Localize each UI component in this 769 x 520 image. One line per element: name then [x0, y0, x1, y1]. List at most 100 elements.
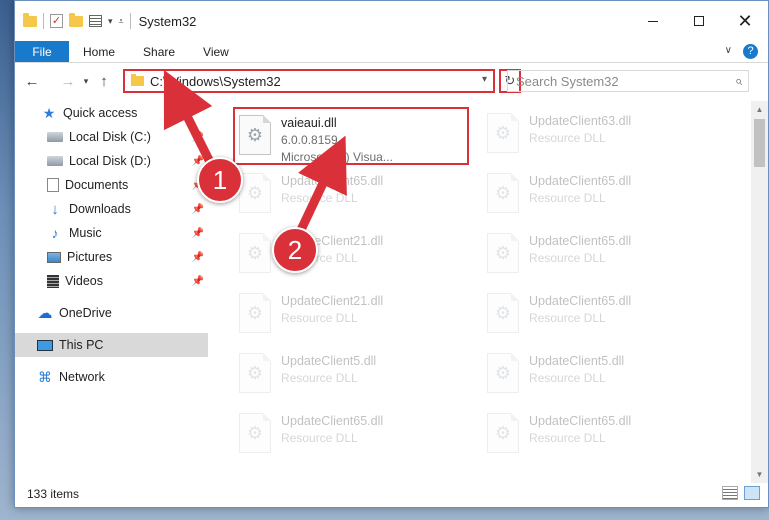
sidebar-item-local-disk-c[interactable]: Local Disk (C:) 📌: [15, 125, 208, 149]
properties-check-icon[interactable]: ✓: [50, 14, 63, 28]
maximize-button[interactable]: [676, 1, 722, 41]
sidebar-item-label: OneDrive: [59, 306, 112, 320]
file-meta: UpdateClient5.dll Resource DLL: [529, 347, 624, 387]
pin-icon[interactable]: 📌: [192, 252, 204, 263]
document-icon: [47, 178, 59, 192]
close-button[interactable]: ✕: [722, 1, 768, 41]
file-tile[interactable]: ⚙ UpdateClient21.dll Resource DLL: [233, 227, 463, 283]
vertical-scrollbar[interactable]: ▲ ▼: [751, 101, 768, 483]
up-button[interactable]: ↑: [93, 70, 115, 92]
tab-home[interactable]: Home: [69, 41, 129, 62]
dll-file-icon: ⚙: [487, 113, 519, 153]
window-title: System32: [138, 13, 197, 29]
pin-icon[interactable]: 📌: [192, 228, 204, 239]
properties-icon[interactable]: [89, 15, 102, 27]
videos-icon: [47, 274, 59, 288]
download-icon: ↓: [51, 200, 59, 218]
file-meta: vaieaui.dll 6.0.0.8159 Microsoft (R) Vis…: [281, 109, 393, 166]
sidebar-item-quick-access[interactable]: ★ Quick access: [15, 101, 208, 125]
pictures-icon: [47, 251, 61, 263]
scrollbar-thumb[interactable]: [754, 119, 765, 167]
scroll-up-icon[interactable]: ▲: [751, 101, 768, 118]
pin-icon[interactable]: 📌: [192, 276, 204, 287]
chevron-down-icon[interactable]: ▾: [108, 16, 113, 27]
file-name: UpdateClient65.dll: [529, 294, 632, 308]
file-name: UpdateClient21.dll: [281, 294, 384, 308]
file-tile[interactable]: ⚙ UpdateClient5.dll Resource DLL: [233, 347, 463, 403]
sidebar-item-documents[interactable]: Documents 📌: [15, 173, 208, 197]
star-icon: ★: [42, 104, 56, 121]
dll-file-icon: ⚙: [239, 173, 271, 213]
file-tile[interactable]: ⚙ UpdateClient65.dll Resource DLL: [233, 167, 463, 223]
tab-view[interactable]: View: [189, 41, 243, 62]
file-version: 6.0.0.8159: [281, 133, 338, 147]
file-tile[interactable]: ⚙ UpdateClient21.dll Resource DLL: [233, 287, 463, 343]
window-controls: ✕: [630, 1, 768, 41]
file-tile[interactable]: ⚙ UpdateClient5.dll Resource DLL: [481, 347, 711, 403]
step-2-badge: 2: [272, 227, 318, 273]
help-icon[interactable]: ?: [743, 44, 758, 59]
minimize-button[interactable]: [630, 1, 676, 41]
dll-file-icon: ⚙: [487, 173, 519, 213]
computer-icon: [37, 339, 53, 351]
file-type: Resource DLL: [281, 191, 358, 205]
file-tile[interactable]: ⚙ UpdateClient65.dll Resource DLL: [233, 407, 463, 463]
recent-locations-button[interactable]: ▾: [79, 70, 93, 92]
address-path[interactable]: C:\Windows\System32: [150, 74, 281, 89]
sidebar-item-label: Local Disk (D:): [69, 154, 151, 168]
file-list: ⚙ vaieaui.dll 6.0.0.8159 Microsoft (R) V…: [211, 97, 745, 477]
file-tile[interactable]: ⚙ UpdateClient65.dll Resource DLL: [481, 227, 711, 283]
sidebar-item-local-disk-d[interactable]: Local Disk (D:) 📌: [15, 149, 208, 173]
sidebar-item-label: This PC: [59, 338, 104, 352]
status-bar: 133 items: [15, 481, 768, 507]
pin-icon[interactable]: 📌: [192, 132, 204, 143]
large-icons-view-icon[interactable]: [744, 486, 760, 500]
drive-icon: [47, 156, 63, 166]
expand-ribbon-icon[interactable]: ∨: [725, 45, 732, 56]
file-meta: UpdateClient65.dll Resource DLL: [529, 227, 631, 267]
sidebar-item-videos[interactable]: Videos 📌: [15, 269, 208, 293]
customize-toolbar-icon[interactable]: ⩡: [119, 16, 124, 27]
search-icon[interactable]: ⌕: [735, 73, 742, 89]
sidebar-item-label: Network: [59, 370, 105, 384]
quick-access-toolbar: ✓ ▾ ⩡: [23, 12, 131, 29]
sidebar-item-music[interactable]: ♪ Music 📌: [15, 221, 208, 245]
sidebar-item-this-pc[interactable]: This PC: [15, 333, 208, 357]
sidebar-item-network[interactable]: ⌘ Network: [15, 365, 208, 389]
file-type: Resource DLL: [281, 371, 358, 385]
minimize-icon: [648, 20, 658, 22]
sidebar-item-label: Local Disk (C:): [69, 130, 151, 144]
sidebar-item-onedrive[interactable]: ☁ OneDrive: [15, 301, 208, 325]
file-tile-vaieaui-dll[interactable]: ⚙ vaieaui.dll 6.0.0.8159 Microsoft (R) V…: [233, 107, 469, 165]
file-explorer-window: ✓ ▾ ⩡ System32 ✕ File Home Share View ∨ …: [14, 0, 769, 508]
file-tile[interactable]: ⚙ UpdateClient65.dll Resource DLL: [481, 167, 711, 223]
sidebar-item-downloads[interactable]: ↓ Downloads 📌: [15, 197, 208, 221]
file-meta: UpdateClient63.dll Resource DLL: [529, 107, 631, 147]
file-tile[interactable]: ⚙ UpdateClient63.dll Resource DLL: [481, 107, 711, 163]
toolbar-divider: [43, 13, 44, 29]
file-meta: UpdateClient65.dll Resource DLL: [529, 407, 631, 447]
dll-file-icon: ⚙: [487, 293, 519, 333]
new-folder-icon[interactable]: [69, 12, 83, 27]
pin-icon[interactable]: 📌: [192, 204, 204, 215]
file-tile[interactable]: ⚙ UpdateClient65.dll Resource DLL: [481, 407, 711, 463]
folder-icon[interactable]: [23, 12, 37, 27]
tab-file[interactable]: File: [15, 41, 69, 62]
chevron-down-icon[interactable]: ▾: [482, 74, 487, 85]
dll-file-icon: ⚙: [487, 233, 519, 273]
search-placeholder: Search System32: [516, 73, 619, 89]
address-bar[interactable]: C:\Windows\System32 ▾: [123, 69, 495, 93]
sidebar-item-label: Pictures: [67, 250, 113, 264]
forward-button[interactable]: →: [57, 70, 79, 92]
details-view-icon[interactable]: [722, 486, 738, 500]
search-input[interactable]: Search System32 ⌕: [507, 70, 749, 92]
dll-file-icon: ⚙: [487, 353, 519, 393]
file-tile[interactable]: ⚙ UpdateClient65.dll Resource DLL: [481, 287, 711, 343]
tab-share[interactable]: Share: [129, 41, 189, 62]
back-button[interactable]: ←: [21, 70, 43, 92]
sidebar-item-pictures[interactable]: Pictures 📌: [15, 245, 208, 269]
sidebar-item-label: Documents: [65, 178, 129, 192]
close-icon: ✕: [737, 11, 753, 31]
